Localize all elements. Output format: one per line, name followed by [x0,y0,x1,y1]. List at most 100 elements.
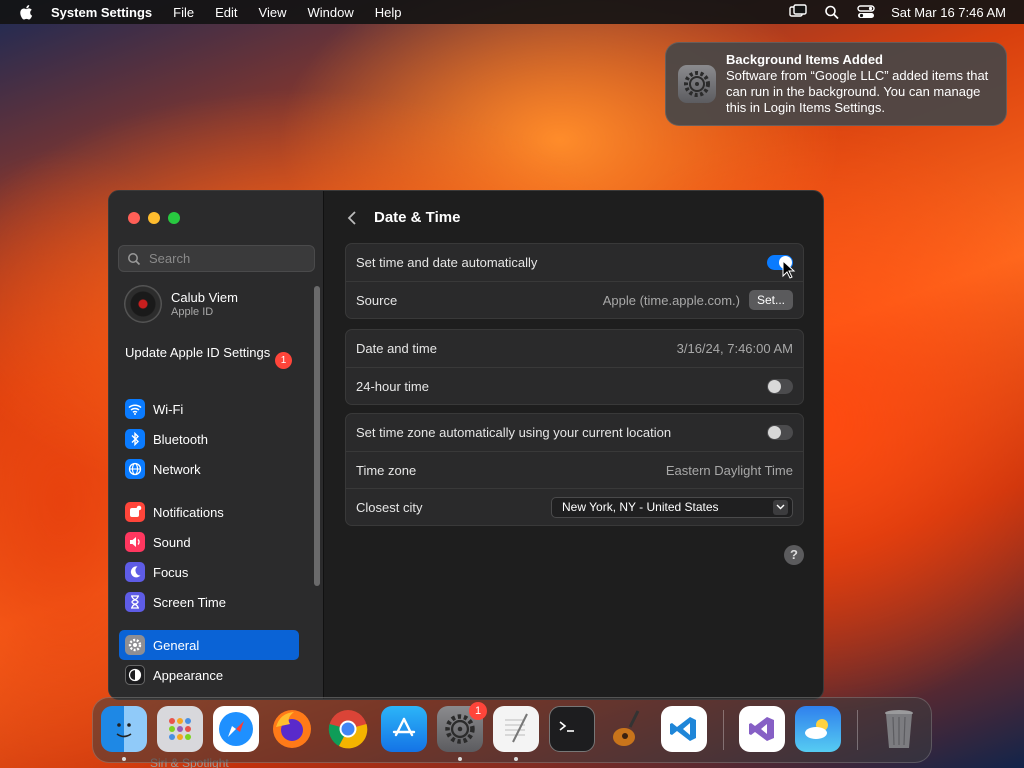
textedit-icon[interactable] [493,706,539,752]
weather-icon[interactable] [795,706,841,752]
apple-menu-icon[interactable] [17,2,37,22]
minimize-window-button[interactable] [148,212,160,224]
sidebar-item-label: Bluetooth [153,431,208,447]
sidebar-item-label: Network [153,461,201,477]
system-settings-running-dot [458,757,462,761]
network-icon [125,459,145,479]
source-row: Source Apple (time.apple.com.) Set... [346,281,803,318]
finder-running-dot [122,757,126,761]
garageband-icon[interactable] [605,706,651,752]
tz-row: Time zone Eastern Daylight Time [346,451,803,488]
chrome-icon[interactable] [325,706,371,752]
hour24-label: 24-hour time [356,378,429,394]
sidebar-item-general[interactable]: General [119,630,299,660]
menu-window[interactable]: Window [307,5,353,20]
menu-clock[interactable]: Sat Mar 16 7:46 AM [891,5,1006,20]
menu-file[interactable]: File [173,5,194,20]
finder-icon[interactable] [101,706,147,752]
sidebar-item-label: Appearance [153,667,224,683]
time-zone-group: Set time zone automatically using your c… [345,413,804,526]
date-time-value[interactable]: 3/16/24, 7:46:00 AM [677,341,793,356]
notifications-icon [125,502,145,522]
search-input[interactable]: Search [118,245,315,272]
sidebar-item-focus[interactable]: Focus [119,557,299,587]
sidebar-item-sound[interactable]: Sound [119,527,299,557]
app-store-icon[interactable] [381,706,427,752]
notification-title: Background Items Added [726,52,883,67]
sidebar-scrollbar[interactable] [314,286,320,586]
avatar [124,285,162,323]
safari-icon[interactable] [213,706,259,752]
sidebar-item-wifi[interactable]: Wi-Fi [119,394,299,424]
search-icon [128,252,141,265]
zoom-window-button[interactable] [168,212,180,224]
sidebar-item-label: Screen Time [153,594,226,610]
hour24-row: 24-hour time [346,367,803,404]
menu-help[interactable]: Help [375,5,402,20]
control-center-icon[interactable] [857,4,875,20]
set-source-button[interactable]: Set... [748,290,793,310]
auto-time-label: Set time and date automatically [356,255,538,270]
auto-time-group: Set time and date automatically Source A… [345,243,804,319]
dock-separator-trash [857,710,858,750]
account-subtitle: Apple ID [171,306,214,318]
tz-auto-toggle[interactable] [767,425,793,440]
general-icon [125,635,145,655]
terminal-icon[interactable] [549,706,595,752]
sidebar-item-bluetooth[interactable]: Bluetooth [119,424,299,454]
sidebar-item-label: Wi-Fi [153,401,184,417]
update-apple-id-settings[interactable]: Update Apple ID Settings [125,345,295,361]
sidebar: Search Calub Viem Apple ID Update Apple … [109,191,324,699]
menu-edit[interactable]: Edit [215,5,237,20]
menu-app-name[interactable]: System Settings [51,5,152,20]
main-content: Date & Time Set time and date automatica… [325,191,823,699]
account-name: Calub Viem [171,290,238,305]
sidebar-item-network[interactable]: Network [119,454,299,484]
source-value: Apple (time.apple.com.) [602,292,740,308]
closest-city-value: New York, NY - United States [562,500,719,514]
sidebar-item-label: Notifications [153,504,224,520]
help-button[interactable]: ? [784,545,804,565]
mouse-pointer-icon [782,260,796,279]
sidebar-item-label: Sound [153,534,191,550]
sidebar-item-notifications[interactable]: Notifications [119,497,299,527]
wifi-icon [125,399,145,419]
vscode-icon[interactable] [661,706,707,752]
textedit-running-dot [514,757,518,761]
source-label: Source [356,292,398,308]
spotlight-search-icon[interactable] [823,4,841,20]
update-badge: 1 [275,352,292,369]
settings-window: Search Calub Viem Apple ID Update Apple … [108,190,824,700]
search-placeholder: Search [149,251,191,266]
launchpad-icon[interactable] [157,706,203,752]
sidebar-item-label: General [153,637,200,653]
sidebar-item-appearance[interactable]: Appearance [119,660,299,690]
tz-auto-label: Set time zone automatically using your c… [356,425,672,440]
sound-icon [125,532,145,552]
menu-view[interactable]: View [259,5,287,20]
menu-bar: System Settings File Edit View Window He… [0,0,1024,24]
system-settings-gear-icon [678,65,716,103]
trash-icon[interactable] [876,706,922,752]
dock: 1 [92,697,932,763]
notification-banner[interactable]: Background Items Added Software from “Go… [665,42,1007,126]
apple-id-account[interactable]: Calub Viem Apple ID [124,285,314,325]
close-window-button[interactable] [128,212,140,224]
screen-time-icon [125,592,145,612]
screen-mirroring-icon[interactable] [789,4,807,20]
date-time-row: Date and time 3/16/24, 7:46:00 AM [346,330,803,367]
sidebar-item-screen-time[interactable]: Screen Time [119,587,299,617]
hour24-toggle[interactable] [767,378,793,394]
page-title: Date & Time [374,209,461,226]
closest-city-select[interactable]: New York, NY - United States [551,496,793,518]
chevron-down-icon [773,499,788,515]
back-chevron-icon[interactable] [345,209,359,227]
bluetooth-icon [125,429,145,449]
city-row: Closest city New York, NY - United State… [346,488,803,525]
firefox-icon[interactable] [269,706,315,752]
city-label: Closest city [356,499,423,515]
tz-label: Time zone [356,462,417,478]
visual-studio-icon[interactable] [739,706,785,752]
date-time-label: Date and time [356,341,437,356]
tz-value: Eastern Daylight Time [665,462,793,478]
